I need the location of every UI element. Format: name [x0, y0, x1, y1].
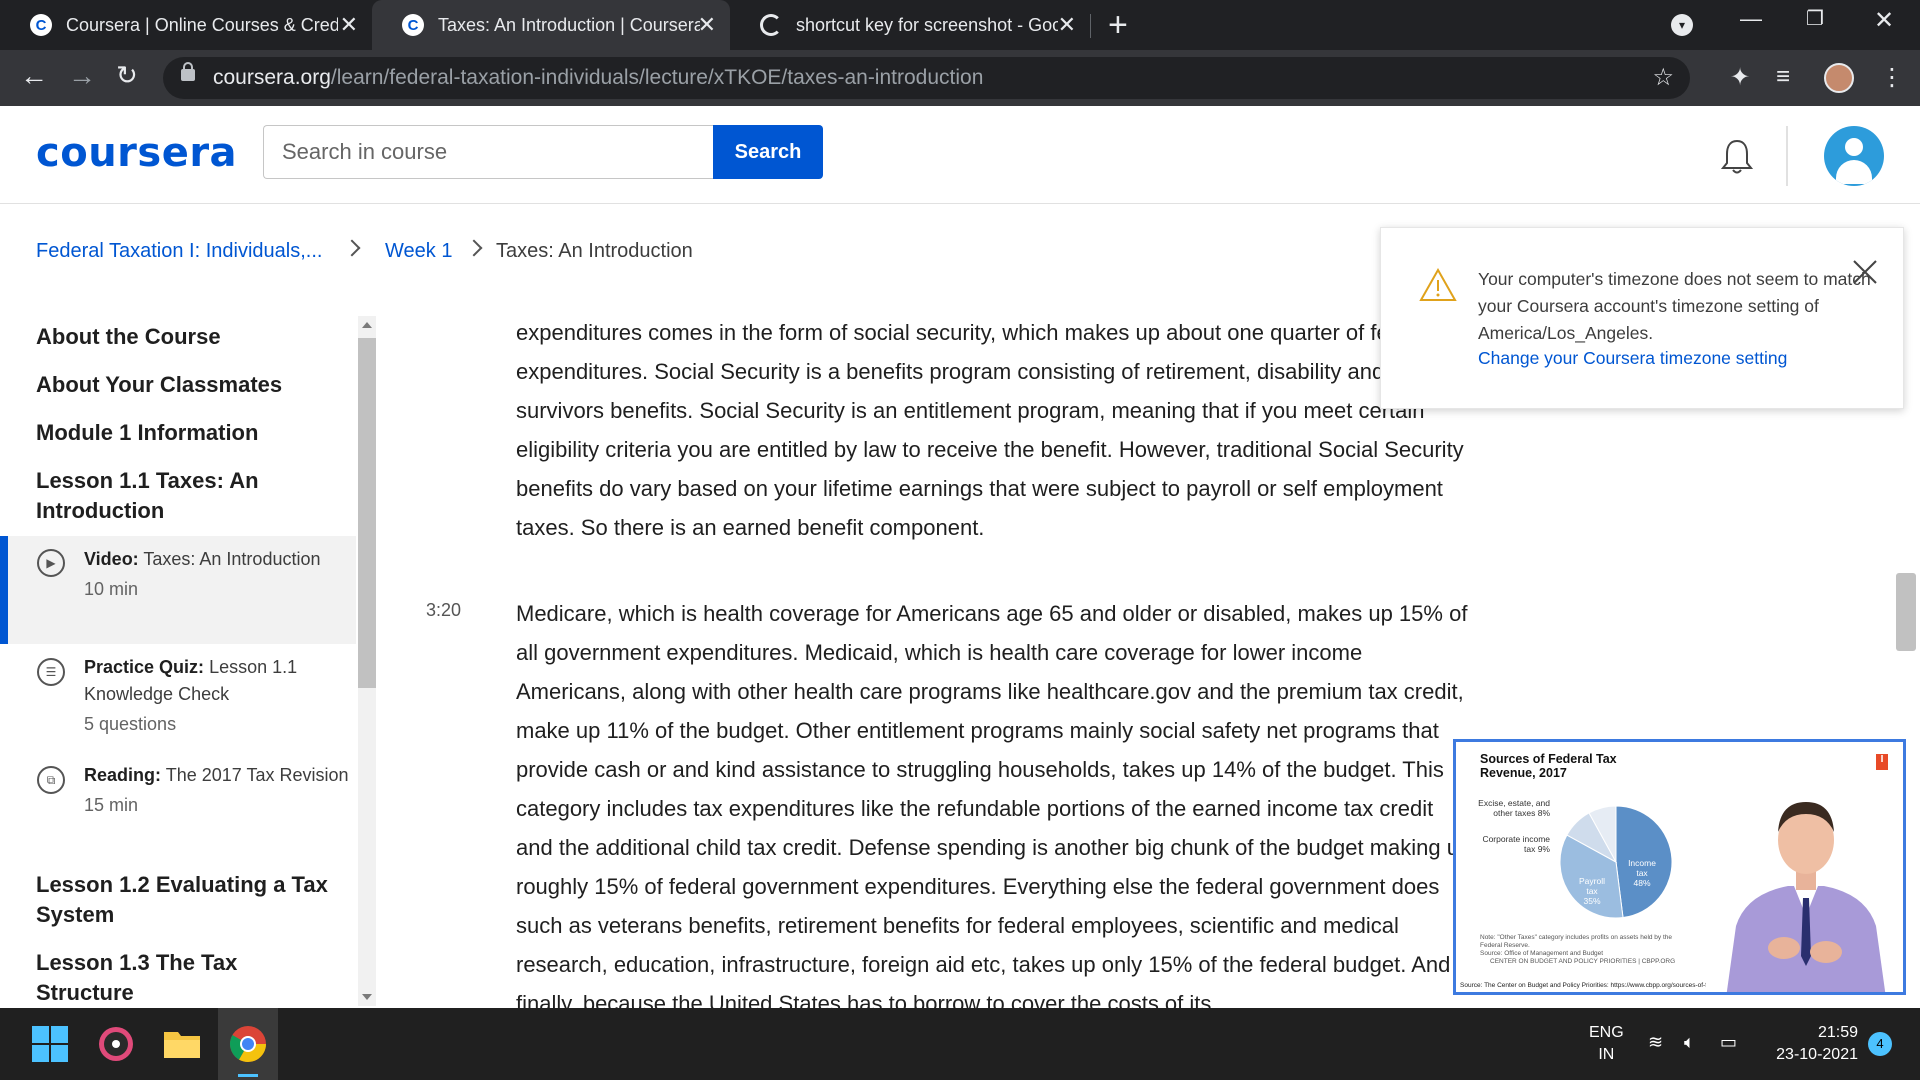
- bookmark-star-icon[interactable]: ☆: [1652, 63, 1674, 92]
- tab-title: shortcut key for screenshot - Google Sea…: [796, 14, 1058, 35]
- slide-label-payroll: Payroll tax 35%: [1579, 876, 1605, 906]
- sidebar-item-about-classmates[interactable]: About Your Classmates: [36, 370, 336, 400]
- forward-icon[interactable]: →: [68, 60, 96, 92]
- lock-icon[interactable]: [181, 62, 195, 81]
- user-avatar[interactable]: [1824, 126, 1884, 186]
- media-player-icon[interactable]: [96, 1024, 136, 1064]
- scroll-down-icon[interactable]: [362, 994, 372, 1000]
- play-icon: ▶: [37, 549, 65, 577]
- timezone-notice: Your computer's timezone does not seem t…: [1380, 227, 1904, 409]
- transcript-timestamp[interactable]: 3:20: [426, 600, 461, 621]
- battery-icon[interactable]: ▭: [1720, 1032, 1737, 1053]
- close-window-icon[interactable]: ✕: [1874, 6, 1894, 35]
- quiz-icon: ☰: [37, 658, 65, 686]
- close-icon[interactable]: [1851, 258, 1879, 286]
- user-body-icon: [1836, 160, 1872, 184]
- media-queue-icon[interactable]: ≡: [1776, 63, 1790, 91]
- loading-spinner-icon: [760, 14, 782, 36]
- minimize-icon[interactable]: —: [1740, 6, 1762, 32]
- coursera-favicon-icon: C: [30, 14, 52, 36]
- menu-kebab-icon[interactable]: ⋮: [1880, 63, 1904, 92]
- tab-separator: [1090, 14, 1091, 38]
- wifi-icon[interactable]: ≋: [1648, 1032, 1663, 1053]
- search-button[interactable]: Search: [713, 125, 823, 179]
- sidebar-item-quiz[interactable]: Practice Quiz: Lesson 1.1 Knowledge Chec…: [84, 654, 354, 738]
- tab-title: Taxes: An Introduction | Coursera: [438, 14, 700, 35]
- transcript-paragraph[interactable]: expenditures comes in the form of social…: [516, 313, 1476, 545]
- warning-icon: [1419, 268, 1457, 301]
- tab-coursera-home[interactable]: C Coursera | Online Courses & Credential…: [0, 0, 372, 50]
- restore-icon[interactable]: ❐: [1806, 6, 1824, 31]
- tab-google-search[interactable]: shortcut key for screenshot - Google Sea…: [730, 0, 1090, 50]
- slide-label-corporate: Corporate income tax 9%: [1482, 834, 1550, 854]
- coursera-favicon-icon: C: [402, 14, 424, 36]
- windows-start-icon[interactable]: [30, 1024, 70, 1064]
- volume-icon[interactable]: 🔈︎: [1684, 1032, 1695, 1053]
- close-tab-icon[interactable]: ✕: [1058, 12, 1076, 38]
- page-scroll-thumb[interactable]: [1896, 573, 1916, 651]
- sidebar-item-lesson-1-3[interactable]: Lesson 1.3 The Tax Structure: [36, 948, 336, 1008]
- revenue-pie-chart: [1559, 805, 1673, 919]
- notifications-bell-icon[interactable]: [1720, 138, 1754, 176]
- sidebar-scroll-thumb[interactable]: [358, 338, 376, 688]
- presenter-video: [1706, 776, 1903, 992]
- breadcrumb-current: Taxes: An Introduction: [496, 240, 693, 262]
- coursera-header: coursera Search: [0, 106, 1920, 204]
- new-tab-icon[interactable]: +: [1108, 6, 1128, 45]
- user-head-icon: [1845, 138, 1863, 156]
- browser-toolbar: ← → ↻ coursera.org/learn/federal-taxatio…: [0, 50, 1920, 106]
- slide-note: Note: "Other Taxes" category includes pr…: [1480, 934, 1676, 965]
- transcript-paragraph[interactable]: Medicare, which is health coverage for A…: [516, 594, 1476, 1008]
- profile-avatar[interactable]: [1824, 63, 1854, 93]
- header-divider: [1786, 126, 1788, 186]
- breadcrumb-course[interactable]: Federal Taxation I: Individuals,...: [36, 240, 322, 263]
- slide-source: Source: The Center on Budget and Policy …: [1460, 982, 1720, 989]
- university-logo-icon: I: [1876, 754, 1888, 770]
- close-tab-icon[interactable]: ✕: [340, 12, 358, 38]
- notification-badge[interactable]: 4: [1868, 1032, 1892, 1056]
- course-sidebar: About the Course About Your Classmates M…: [0, 308, 358, 1008]
- sidebar-item-reading[interactable]: Reading: The 2017 Tax Revision 15 min: [84, 762, 354, 819]
- browser-tab-strip: C Coursera | Online Courses & Credential…: [0, 0, 1920, 50]
- slide-label-income: Income tax 48%: [1628, 858, 1656, 888]
- change-timezone-link[interactable]: Change your Coursera timezone setting: [1478, 348, 1787, 369]
- timezone-message: Your computer's timezone does not seem t…: [1478, 269, 1871, 343]
- extensions-icon[interactable]: ✦: [1730, 63, 1750, 92]
- url-text: coursera.org/learn/federal-taxation-indi…: [213, 66, 984, 89]
- breadcrumb-week[interactable]: Week 1: [385, 240, 452, 263]
- search-input[interactable]: [263, 125, 714, 179]
- file-explorer-icon[interactable]: [162, 1024, 202, 1064]
- back-icon[interactable]: ←: [20, 60, 48, 92]
- address-bar[interactable]: coursera.org/learn/federal-taxation-indi…: [163, 57, 1690, 99]
- tab-title: Coursera | Online Courses & Credentials: [66, 14, 338, 35]
- windows-taskbar: ENG IN ≋ 🔈︎ ▭ 21:59 23-10-2021 4: [0, 1008, 1920, 1080]
- chevron-right-icon: [343, 239, 361, 257]
- sidebar-item-lesson-1-1[interactable]: Lesson 1.1 Taxes: An Introduction: [36, 466, 336, 526]
- tab-taxes-introduction[interactable]: C Taxes: An Introduction | Coursera ✕: [372, 0, 730, 50]
- scroll-up-icon[interactable]: [362, 322, 372, 328]
- active-app-indicator: [238, 1074, 258, 1077]
- chevron-right-icon: [465, 239, 483, 257]
- sidebar-scrollbar[interactable]: [358, 316, 376, 1006]
- slide-title: Sources of Federal Tax Revenue, 2017: [1480, 752, 1617, 780]
- sidebar-item-about-course[interactable]: About the Course: [36, 322, 336, 352]
- slide-label-excise: Excise, estate, and other taxes 8%: [1478, 798, 1550, 818]
- sidebar-item-module-1-info[interactable]: Module 1 Information: [36, 418, 336, 448]
- reload-icon[interactable]: ↻: [116, 60, 138, 91]
- coursera-logo[interactable]: coursera: [36, 130, 237, 176]
- sidebar-item-lesson-1-2[interactable]: Lesson 1.2 Evaluating a Tax System: [36, 870, 336, 930]
- mini-video-player[interactable]: Sources of Federal Tax Revenue, 2017 I E…: [1453, 739, 1906, 995]
- tab-search-icon[interactable]: ▾: [1671, 14, 1693, 36]
- sidebar-item-video[interactable]: Video: Taxes: An Introduction 10 min: [84, 546, 354, 603]
- book-icon: ⧉: [37, 766, 65, 794]
- input-language[interactable]: ENG IN: [1589, 1022, 1624, 1066]
- system-clock[interactable]: 21:59 23-10-2021: [1770, 1022, 1858, 1066]
- chrome-icon[interactable]: [228, 1024, 268, 1064]
- close-tab-icon[interactable]: ✕: [698, 12, 716, 38]
